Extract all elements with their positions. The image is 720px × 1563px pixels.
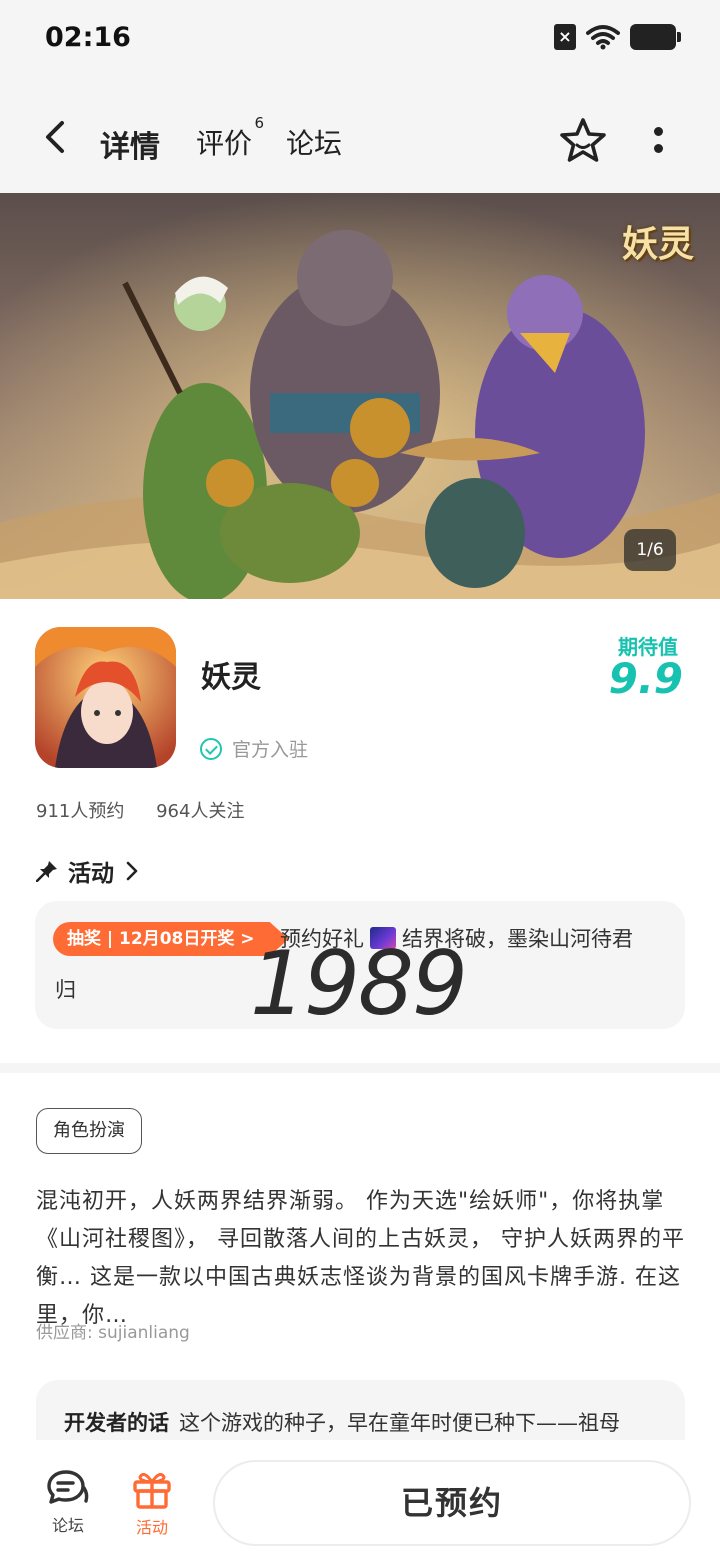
screenshot-carousel[interactable]: 妖灵 — [0, 193, 720, 599]
official-label: 官方入驻 — [232, 739, 309, 761]
more-options-icon[interactable] — [652, 127, 664, 157]
tab-details-label: 详情 — [100, 130, 160, 165]
app-name: 妖灵 — [201, 660, 261, 695]
status-bar: 02:16 × — [0, 0, 720, 80]
tab-details[interactable]: 详情 — [96, 122, 164, 166]
tab-reviews[interactable]: 评价 6 — [196, 114, 264, 162]
genre-tag[interactable]: 角色扮演 — [36, 1108, 142, 1154]
activity-heading: 活动 — [68, 861, 114, 887]
back-arrow-icon[interactable] — [38, 120, 72, 154]
status-icons: × — [554, 24, 681, 50]
battery-icon — [630, 24, 681, 50]
game-description[interactable]: 混沌初开，人妖两界结界渐弱。 作为天选"绘妖师"，你将执掌《山河社稷图》， 寻回… — [36, 1183, 688, 1335]
chevron-right-icon — [126, 861, 138, 881]
tab-reviews-label: 评价 — [196, 127, 253, 160]
developer-note-title: 开发者的话 — [64, 1411, 169, 1435]
supplier-info: 供应商: sujianliang — [36, 1323, 190, 1343]
section-divider — [0, 1063, 720, 1073]
activity-section-header[interactable]: 活动 — [36, 854, 140, 888]
follower-count: 964人关注 — [156, 801, 245, 822]
overlay-number: 1989 — [250, 932, 468, 1035]
gift-icon — [133, 1472, 171, 1509]
top-nav: 详情 评价 6 论坛 — [0, 80, 720, 193]
activity-title-cont: 归 — [55, 978, 76, 1002]
no-sim-icon: × — [554, 24, 576, 50]
bottom-action-bar: 论坛 活动 已预约 — [0, 1440, 720, 1563]
forum-chat-icon — [47, 1470, 89, 1504]
wifi-icon — [586, 25, 620, 50]
reservation-count: 911人预约 — [36, 801, 125, 822]
tab-forum-label: 论坛 — [286, 127, 343, 160]
pin-icon — [36, 861, 57, 882]
bottom-forum-label: 论坛 — [51, 1516, 84, 1535]
developer-note-text: 这个游戏的种子，早在童年时便已种下——祖母 — [179, 1411, 620, 1435]
reserved-button[interactable]: 已预约 — [213, 1460, 691, 1546]
expectation-score: 9.9 — [608, 654, 683, 703]
tab-forum[interactable]: 论坛 — [286, 122, 342, 162]
bottom-activity-label: 活动 — [135, 1518, 168, 1537]
banner-game-logo: 妖灵 — [621, 223, 694, 265]
developer-note: 开发者的话 这个游戏的种子，早在童年时便已种下——祖母 — [64, 1407, 620, 1437]
banner-artwork — [0, 193, 720, 599]
official-badge: 官方入驻 — [200, 735, 308, 762]
review-count-badge: 6 — [254, 114, 265, 132]
verified-check-icon — [200, 737, 222, 760]
app-stats: 911人预约 964人关注 — [36, 797, 244, 823]
bottom-activity-button[interactable]: 活动 — [122, 1468, 182, 1538]
bottom-forum-button[interactable]: 论坛 — [38, 1468, 98, 1536]
carousel-page-counter: 1/6 — [624, 529, 676, 571]
app-icon — [35, 627, 176, 768]
app-icon-art — [35, 627, 176, 768]
favorite-star-icon[interactable] — [558, 116, 608, 166]
status-time: 02:16 — [45, 22, 131, 53]
